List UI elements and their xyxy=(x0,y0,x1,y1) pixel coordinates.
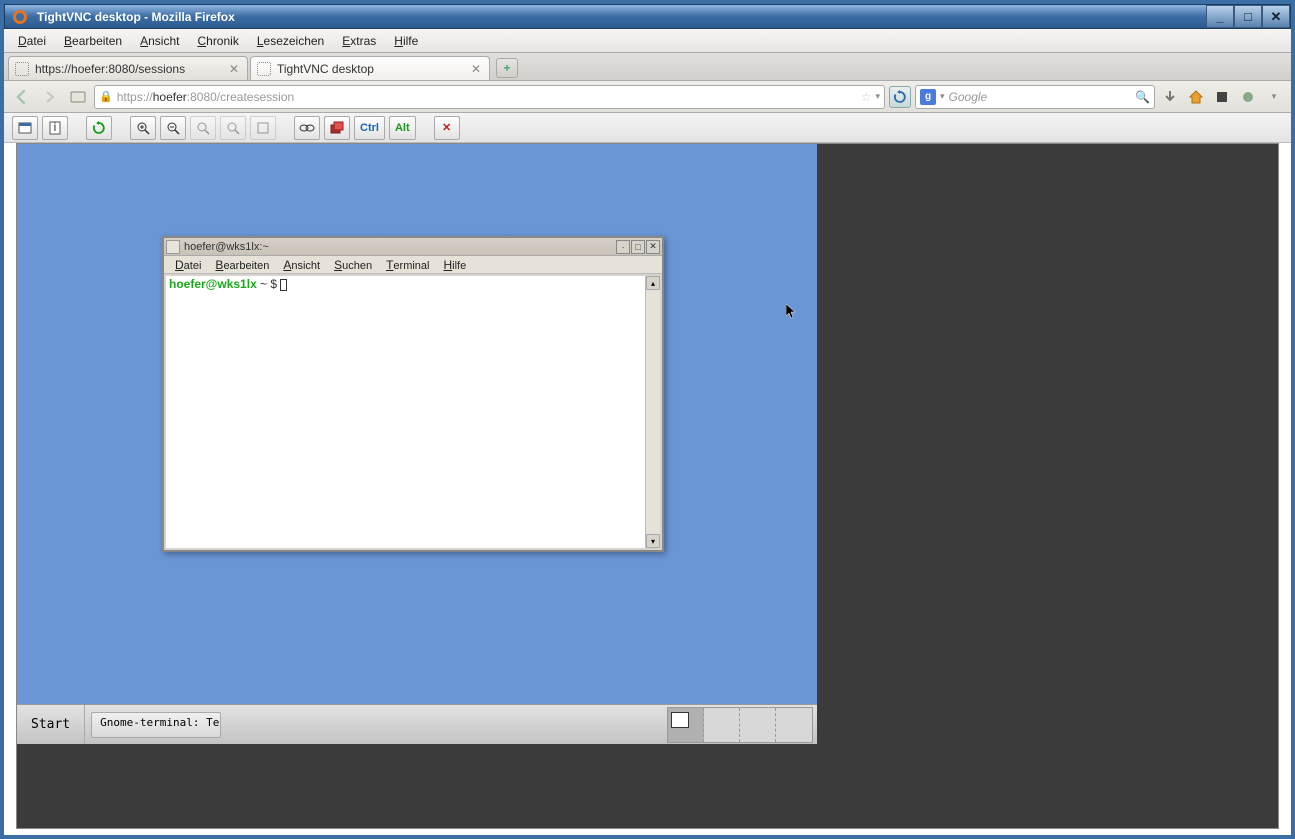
minimize-button[interactable]: _ xyxy=(1206,5,1234,28)
menu-extras[interactable]: Extras xyxy=(334,31,384,51)
menu-ansicht[interactable]: Ansicht xyxy=(132,31,187,51)
tab-tightvnc[interactable]: TightVNC desktop ✕ xyxy=(250,56,490,80)
workspace-4[interactable] xyxy=(776,708,812,742)
vnc-zoom-out-button[interactable] xyxy=(160,116,186,140)
vnc-disconnect-button[interactable]: ✕ xyxy=(434,116,460,140)
forward-button[interactable] xyxy=(38,85,62,109)
home-button[interactable] xyxy=(1185,86,1207,108)
terminal-close-button[interactable]: ✕ xyxy=(646,240,660,254)
maximize-button[interactable]: □ xyxy=(1234,5,1262,28)
lock-icon: 🔒 xyxy=(99,90,113,103)
vnc-clipboard-button[interactable] xyxy=(294,116,320,140)
vnc-zoom-100-button xyxy=(190,116,216,140)
menu-chronik[interactable]: Chronik xyxy=(189,31,246,51)
remote-taskbar: Start Gnome-terminal: Te xyxy=(17,704,817,744)
terminal-cursor xyxy=(280,279,287,291)
terminal-body[interactable]: hoefer@wks1lx ~ $ ▴ ▾ xyxy=(166,276,660,548)
reload-button[interactable] xyxy=(889,86,911,108)
downloads-button[interactable] xyxy=(1159,86,1181,108)
workspace-1[interactable] xyxy=(668,708,704,742)
workspace-2[interactable] xyxy=(704,708,740,742)
vnc-options-button[interactable] xyxy=(12,116,38,140)
url-dropdown-icon[interactable]: ▾ xyxy=(875,91,880,102)
term-menu-suchen[interactable]: Suchen xyxy=(329,257,377,273)
firefox-menubar: Datei Bearbeiten Ansicht Chronik Lesezei… xyxy=(4,29,1291,53)
terminal-prompt-path: ~ $ xyxy=(257,277,281,291)
terminal-window[interactable]: hoefer@wks1lx:~ · □ ✕ Datei Bearbeiten A… xyxy=(162,236,664,552)
menu-datei[interactable]: Datei xyxy=(10,31,54,51)
firefox-icon xyxy=(8,5,32,29)
scroll-down-icon[interactable]: ▾ xyxy=(646,534,660,548)
vnc-unused-area xyxy=(817,144,1278,828)
new-tab-button[interactable]: + xyxy=(496,58,518,78)
terminal-maximize-button[interactable]: □ xyxy=(631,240,645,254)
search-icon[interactable]: 🔍 xyxy=(1135,90,1150,104)
term-menu-ansicht[interactable]: Ansicht xyxy=(278,257,325,273)
scroll-up-icon[interactable]: ▴ xyxy=(646,276,660,290)
cursor-icon xyxy=(786,304,798,320)
vnc-viewport[interactable]: hoefer@wks1lx:~ · □ ✕ Datei Bearbeiten A… xyxy=(16,143,1279,829)
workspace-window-icon xyxy=(671,712,689,728)
remote-workspace-pager[interactable] xyxy=(667,707,813,743)
window-titlebar: TightVNC desktop - Mozilla Firefox _ □ ✕ xyxy=(4,4,1291,29)
term-menu-bearbeiten[interactable]: Bearbeiten xyxy=(210,257,274,273)
search-engine-dropdown-icon[interactable]: ▾ xyxy=(940,91,945,102)
bookmark-star-icon[interactable]: ☆ xyxy=(861,90,872,104)
extension-button[interactable] xyxy=(1237,86,1259,108)
menu-bearbeiten[interactable]: Bearbeiten xyxy=(56,31,130,51)
window-title: TightVNC desktop - Mozilla Firefox xyxy=(35,10,1206,24)
terminal-icon xyxy=(166,240,180,254)
tab-close-icon[interactable]: ✕ xyxy=(469,62,483,76)
tab-label: TightVNC desktop xyxy=(277,62,463,76)
vnc-zoom-in-button[interactable] xyxy=(130,116,156,140)
page-icon xyxy=(15,62,29,76)
terminal-titlebar[interactable]: hoefer@wks1lx:~ · □ ✕ xyxy=(164,238,662,256)
remote-desktop[interactable]: hoefer@wks1lx:~ · □ ✕ Datei Bearbeiten A… xyxy=(17,144,817,744)
back-button[interactable] xyxy=(10,85,34,109)
vnc-toolbar: i Ctrl Alt ✕ xyxy=(4,113,1291,143)
terminal-minimize-button[interactable]: · xyxy=(616,240,630,254)
google-icon: g xyxy=(920,89,936,105)
terminal-scrollbar[interactable]: ▴ ▾ xyxy=(645,276,660,548)
vnc-send-cad-button[interactable] xyxy=(324,116,350,140)
term-menu-hilfe[interactable]: Hilfe xyxy=(439,257,472,273)
tab-label: https://hoefer:8080/sessions xyxy=(35,62,221,76)
addon-button[interactable] xyxy=(1211,86,1233,108)
vnc-ctrl-button[interactable]: Ctrl xyxy=(354,116,385,140)
page-icon xyxy=(257,62,271,76)
menu-hilfe[interactable]: Hilfe xyxy=(386,31,426,51)
firefox-tabbar: https://hoefer:8080/sessions ✕ TightVNC … xyxy=(4,53,1291,81)
url-text: https://hoefer:8080/createsession xyxy=(117,90,857,104)
close-button[interactable]: ✕ xyxy=(1262,5,1290,28)
terminal-title: hoefer@wks1lx:~ xyxy=(184,241,616,253)
term-menu-datei[interactable]: Datei xyxy=(170,257,206,273)
svg-text:i: i xyxy=(54,121,57,134)
menu-lesezeichen[interactable]: Lesezeichen xyxy=(249,31,332,51)
tab-sessions[interactable]: https://hoefer:8080/sessions ✕ xyxy=(8,56,248,80)
terminal-prompt-user: hoefer@wks1lx xyxy=(169,277,257,291)
vnc-info-button[interactable]: i xyxy=(42,116,68,140)
firefox-navbar: 🔒 https://hoefer:8080/createsession ☆ ▾ … xyxy=(4,81,1291,113)
vnc-zoom-auto-button xyxy=(250,116,276,140)
workspace-3[interactable] xyxy=(740,708,776,742)
search-placeholder: Google xyxy=(949,90,1132,104)
remote-start-button[interactable]: Start xyxy=(17,705,85,744)
terminal-menubar: Datei Bearbeiten Ansicht Suchen Terminal… xyxy=(164,256,662,274)
toolbar-dropdown-icon[interactable]: ▾ xyxy=(1263,86,1285,108)
vnc-zoom-fit-button xyxy=(220,116,246,140)
search-input[interactable]: g ▾ Google 🔍 xyxy=(915,85,1155,109)
vnc-alt-button[interactable]: Alt xyxy=(389,116,416,140)
remote-task-item[interactable]: Gnome-terminal: Te xyxy=(91,712,221,738)
terminal-text[interactable]: hoefer@wks1lx ~ $ xyxy=(166,276,645,548)
tab-close-icon[interactable]: ✕ xyxy=(227,62,241,76)
term-menu-terminal[interactable]: Terminal xyxy=(381,257,434,273)
url-input[interactable]: 🔒 https://hoefer:8080/createsession ☆ ▾ xyxy=(94,85,885,109)
site-identity-button[interactable] xyxy=(66,85,90,109)
vnc-refresh-button[interactable] xyxy=(86,116,112,140)
scroll-track[interactable] xyxy=(646,290,660,534)
